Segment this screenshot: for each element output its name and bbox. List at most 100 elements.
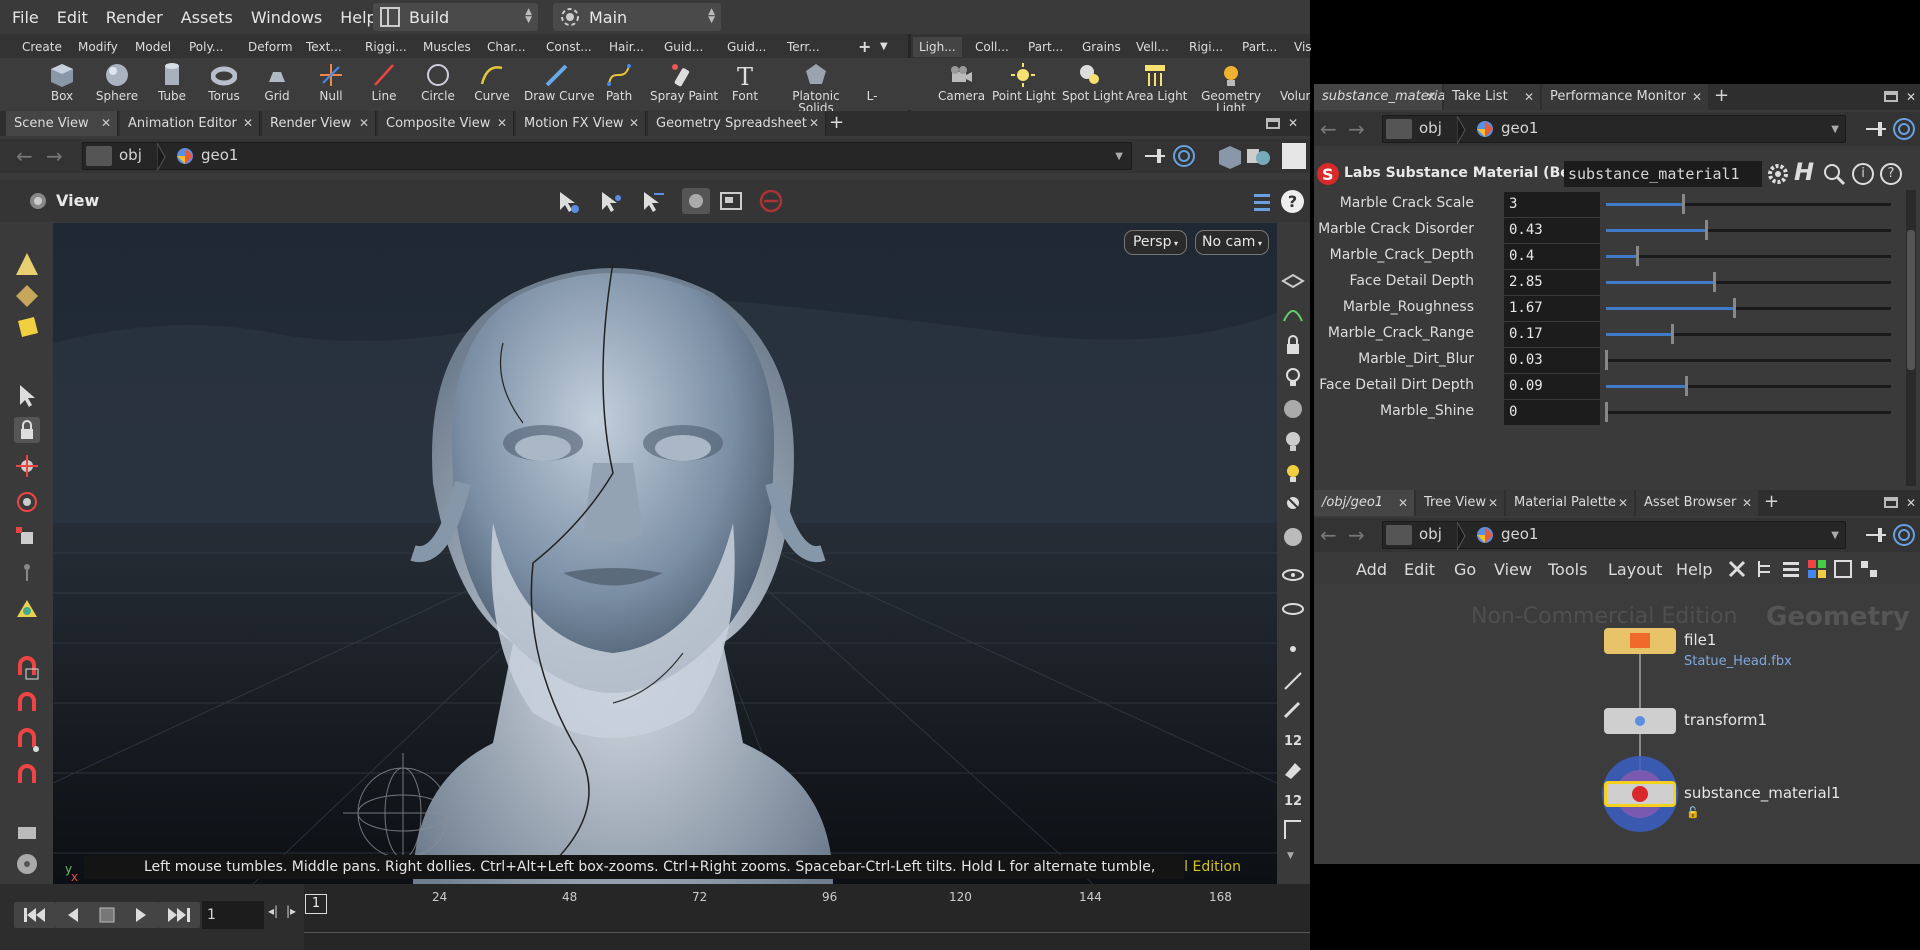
param-value-field[interactable]: 0.09 (1504, 374, 1600, 399)
select-mode-icon[interactable] (556, 190, 582, 214)
chevron-down-icon[interactable]: ▼ (1831, 530, 1839, 541)
tool-l-system[interactable]: L- (862, 58, 882, 110)
tab-scene-view[interactable]: Scene View ✕ (6, 111, 118, 136)
net-menu-go[interactable]: Go (1454, 560, 1476, 579)
step-forward-icon[interactable]: |▸ (286, 904, 296, 918)
close-icon[interactable]: ✕ (1742, 490, 1752, 516)
maximize-icon[interactable] (1884, 497, 1898, 508)
close-icon[interactable]: ✕ (497, 111, 507, 136)
first-frame-button[interactable] (14, 902, 56, 928)
param-path-field[interactable]: obj geo1 ▼ (1382, 115, 1846, 144)
shading-icon[interactable] (1244, 143, 1272, 171)
bulb-on-icon[interactable] (1281, 461, 1305, 485)
chevron-down-icon[interactable]: ▼ (1831, 124, 1839, 135)
camera-menu[interactable]: No cam ▾ (1195, 230, 1269, 255)
menu-assets[interactable]: Assets (172, 8, 242, 27)
slider-thumb[interactable] (1684, 376, 1688, 396)
last-frame-button[interactable] (158, 902, 200, 928)
param-value-field[interactable]: 0.4 (1504, 244, 1600, 269)
tool-draw-curve[interactable]: Draw Curve (524, 58, 595, 110)
maximize-icon[interactable] (1884, 91, 1898, 102)
close-pane-icon[interactable]: ✕ (1906, 84, 1916, 110)
param-value-field[interactable]: 0.17 (1504, 322, 1600, 347)
back-arrow-icon[interactable]: ← (1320, 523, 1337, 547)
pin-icon[interactable] (1864, 119, 1888, 139)
slider-thumb[interactable] (1605, 402, 1608, 422)
display-options-icon[interactable] (1250, 190, 1274, 214)
shelf-tab-particles[interactable]: Part... (1022, 37, 1069, 57)
normals-icon[interactable] (1281, 817, 1305, 841)
scene-path-field[interactable]: obj geo1 ▼ (82, 142, 1132, 171)
shelf-tab-rigid[interactable]: Rigi... (1183, 37, 1229, 57)
add-tab-icon[interactable]: + (1714, 84, 1729, 108)
lock-toggle[interactable] (14, 417, 40, 443)
scale-icon[interactable] (14, 525, 40, 551)
slider-thumb[interactable] (1713, 272, 1717, 292)
pin-icon[interactable] (1864, 525, 1888, 545)
slider-thumb[interactable] (1670, 324, 1674, 344)
forward-arrow-icon[interactable]: → (1348, 117, 1365, 141)
tab-geometry-spreadsheet[interactable]: Geometry Spreadsheet ✕ (648, 111, 826, 136)
shelf-tab-muscles[interactable]: Muscles (417, 37, 477, 57)
tool-sphere[interactable]: Sphere (94, 58, 140, 110)
param-slider[interactable] (1606, 194, 1891, 214)
param-value-field[interactable]: 3 (1504, 192, 1600, 217)
tool-null[interactable]: Null (314, 58, 348, 110)
select-dynamics-icon[interactable] (14, 315, 40, 341)
net-menu-tools[interactable]: Tools (1548, 560, 1587, 579)
pin-icon[interactable] (1143, 146, 1167, 166)
select-arrow-icon[interactable] (14, 383, 40, 409)
slider-thumb[interactable] (1605, 350, 1608, 370)
path-geo[interactable]: geo1 (1501, 525, 1538, 543)
color-palette-icon[interactable] (1806, 558, 1828, 580)
close-icon[interactable]: ✕ (809, 111, 819, 136)
shapes-icon[interactable] (1832, 558, 1854, 580)
shelf-tab-grains[interactable]: Grains (1076, 37, 1127, 57)
tool-curve[interactable]: Curve (472, 58, 512, 110)
param-slider[interactable] (1606, 272, 1891, 292)
persp-menu[interactable]: Persp ▾ (1124, 230, 1187, 255)
stop-button[interactable] (90, 902, 124, 928)
view-tool-icon[interactable] (24, 188, 52, 214)
param-slider[interactable] (1605, 402, 1891, 422)
shelf-tab-const[interactable]: Const... (540, 37, 598, 57)
param-slider[interactable] (1606, 376, 1891, 396)
add-tab-icon[interactable]: + (1764, 490, 1779, 514)
chevron-down-icon[interactable]: ▼ (1115, 151, 1123, 162)
select-obj-icon[interactable] (14, 283, 40, 309)
tab-tree-view[interactable]: Tree View ✕ (1416, 490, 1504, 516)
tool-box[interactable]: Box (44, 58, 80, 110)
shelf-tab-rigging[interactable]: Riggi... (359, 37, 413, 57)
step-back-icon[interactable]: ◂| (268, 904, 278, 918)
scrollbar-thumb[interactable] (1907, 230, 1915, 370)
forward-arrow-icon[interactable]: → (46, 144, 63, 168)
rotate-icon[interactable] (14, 489, 40, 515)
close-icon[interactable]: ✕ (629, 111, 639, 136)
tab-substance-material[interactable]: substance_material1 ✕ (1314, 84, 1458, 110)
shelf-tab-particle-fluids[interactable]: Part... (1236, 37, 1283, 57)
light-bulb-icon[interactable] (1281, 365, 1305, 389)
tab-network-editor[interactable]: /obj/geo1 ✕ (1314, 490, 1414, 516)
hda-icon[interactable]: H (1794, 158, 1814, 186)
tab-material-palette[interactable]: Material Palette ✕ (1506, 490, 1634, 516)
desktop-dropdown[interactable]: Build ▲ ▼ (373, 3, 538, 31)
shelf-tab-create[interactable]: Create (16, 37, 68, 57)
tab-performance-monitor[interactable]: Performance Monitor ✕ (1542, 84, 1708, 110)
shelf-tab-guide-a[interactable]: Guid... (658, 37, 709, 57)
shelf-tab-char[interactable]: Char... (481, 37, 532, 57)
param-value-field[interactable]: 1.67 (1504, 296, 1600, 321)
param-slider[interactable] (1606, 220, 1891, 240)
pose-icon[interactable] (14, 561, 40, 587)
shelf-tab-collision[interactable]: Coll... (969, 37, 1015, 57)
tool-font[interactable]: T Font (728, 58, 762, 110)
tool-area-light[interactable]: Area Light (1126, 58, 1187, 110)
wrench-icon[interactable] (1726, 558, 1750, 580)
close-pane-icon[interactable]: ✕ (1906, 490, 1916, 516)
shelf-tab-terrain[interactable]: Terr... (781, 37, 826, 57)
network-canvas[interactable]: Non-Commercial Edition Geometry file1 St… (1314, 584, 1920, 864)
tool-spray-paint[interactable]: Spray Paint (650, 58, 718, 110)
close-icon[interactable]: ✕ (101, 111, 111, 136)
net-menu-view[interactable]: View (1494, 560, 1532, 579)
network-dropdown[interactable]: Main ▲ ▼ (553, 3, 721, 31)
close-icon[interactable]: ✕ (1426, 84, 1436, 110)
